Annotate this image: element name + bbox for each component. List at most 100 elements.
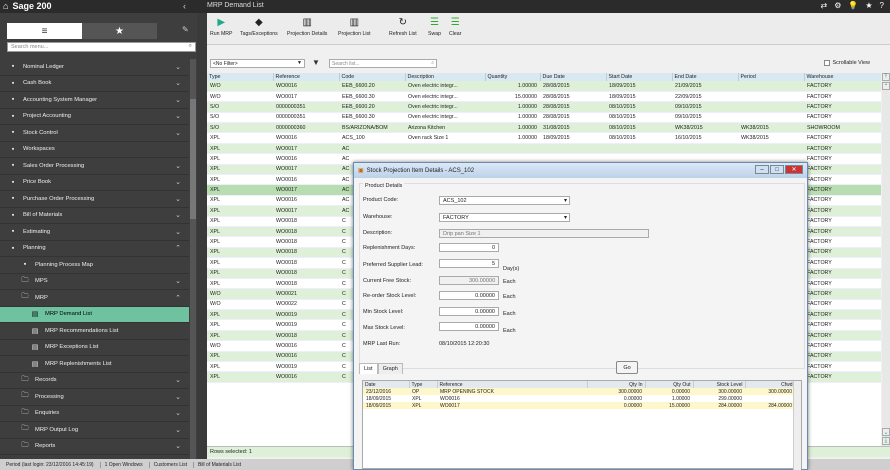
sidebar-item-processing[interactable]: 🗀 Processing ⌄ bbox=[0, 389, 189, 406]
switch-company-icon[interactable]: ⇄ bbox=[821, 1, 828, 10]
sidebar-item-enquiries[interactable]: 🗀 Enquiries ⌄ bbox=[0, 406, 189, 422]
scrollable-view-checkbox[interactable] bbox=[824, 60, 831, 66]
table-row[interactable]: W/O WO0016 EEB_6600.20 Oven electric integr… bbox=[207, 81, 881, 92]
filter-select[interactable]: <No Filter> ▼ bbox=[210, 59, 305, 68]
grid-scrollbar[interactable]: ⤒ ⌃ ⌄ ⤓ bbox=[882, 73, 890, 446]
list-row[interactable]: 23/12/2016 OP MRP OPENING STOCK 300.00000 0.… bbox=[363, 388, 795, 395]
search-list-input[interactable]: Search list... ⌕ bbox=[329, 59, 437, 68]
minimize-button[interactable]: ‒ bbox=[755, 165, 769, 174]
open-window-tab[interactable]: Customers List bbox=[148, 461, 187, 468]
sidebar-item-stock-control[interactable]: ▪ Stock Control ⌄ bbox=[0, 125, 189, 142]
min-stock-field[interactable]: 0.00000 bbox=[439, 307, 499, 316]
maximize-button[interactable]: □ bbox=[770, 165, 784, 174]
chevron-down-icon[interactable]: ⌄ bbox=[175, 63, 181, 71]
list-column-header[interactable]: Stock Level bbox=[693, 381, 746, 388]
chevron-up-icon[interactable]: ⌃ bbox=[175, 294, 181, 302]
list-column-header[interactable]: Cfwd bbox=[745, 381, 796, 388]
list-tab[interactable]: List bbox=[359, 363, 378, 374]
sidebar-item-mrp-recommendations-list[interactable]: ▤ MRP Recommendations List bbox=[0, 323, 189, 340]
sidebar-scrollbar[interactable] bbox=[190, 59, 196, 459]
sidebar-item-workspaces[interactable]: ▪ Workspaces bbox=[0, 142, 189, 158]
column-header[interactable]: Code bbox=[339, 73, 406, 81]
table-row[interactable]: S/O 0000000360 BS/ARIZONA/BOM Arizona Kitch… bbox=[207, 122, 881, 134]
sidebar-item-mrp-replenishments-list[interactable]: ▤ MRP Replenishments List bbox=[0, 356, 189, 373]
table-row[interactable]: S/O 0000000351 EEB_6600.30 Oven electric in… bbox=[207, 112, 881, 124]
projection-details-button[interactable]: ▥ Projection Details bbox=[287, 17, 327, 37]
go-button[interactable]: Go bbox=[616, 361, 638, 374]
chevron-down-icon[interactable]: ⌄ bbox=[175, 376, 181, 384]
settings-icon[interactable]: ⚙ bbox=[834, 1, 841, 10]
sidebar-item-mrp[interactable]: 🗀 MRP ⌃ bbox=[0, 290, 189, 307]
sidebar-scroll-thumb[interactable] bbox=[190, 99, 196, 219]
sidebar-item-records[interactable]: 🗀 Records ⌄ bbox=[0, 373, 189, 389]
sidebar-item-sales-order-processing[interactable]: ▪ Sales Order Processing ⌄ bbox=[0, 158, 189, 175]
column-header[interactable]: Quantity bbox=[485, 73, 541, 81]
collapse-sidebar-icon[interactable]: ‹ bbox=[183, 1, 186, 11]
chevron-up-icon[interactable]: ⌃ bbox=[175, 244, 181, 252]
sidebar-item-planning[interactable]: ▪ Planning ⌃ bbox=[0, 241, 189, 257]
edit-icon[interactable]: ✎ bbox=[182, 25, 189, 34]
list-row[interactable]: 18/09/2015 XPL WO0016 0.00000 1.00000 299.000… bbox=[363, 395, 795, 402]
column-header[interactable]: Type bbox=[207, 73, 274, 81]
chevron-down-icon[interactable]: ⌄ bbox=[175, 195, 181, 203]
chevron-down-icon[interactable]: ⌄ bbox=[175, 96, 181, 104]
sidebar-item-price-book[interactable]: ▪ Price Book ⌄ bbox=[0, 175, 189, 191]
sidebar-item-reports[interactable]: 🗀 Reports ⌄ bbox=[0, 439, 189, 455]
home-icon[interactable]: ⌂ bbox=[3, 1, 8, 11]
sidebar-item-mrp-output-log[interactable]: 🗀 MRP Output Log ⌄ bbox=[0, 422, 189, 439]
sidebar-item-nominal-ledger[interactable]: ▪ Nominal Ledger ⌄ bbox=[0, 59, 189, 76]
search-menu-input[interactable]: Search menu... ⌕ bbox=[7, 42, 196, 52]
list-row[interactable]: 18/09/2015 XPL WO0017 0.00000 15.00000 284.00… bbox=[363, 402, 795, 409]
list-column-header[interactable]: Reference bbox=[437, 381, 588, 388]
tip-icon[interactable]: 💡 bbox=[848, 1, 858, 10]
column-header[interactable]: End Date bbox=[672, 73, 739, 81]
list-column-header[interactable]: Qty In bbox=[587, 381, 646, 388]
sidebar-item-mrp-exceptions-list[interactable]: ▤ MRP Exceptions List bbox=[0, 340, 189, 356]
warehouse-select[interactable]: FACTORY bbox=[439, 213, 570, 222]
max-stock-field[interactable]: 0.00000 bbox=[439, 322, 499, 331]
scroll-up-icon[interactable]: ⌃ bbox=[882, 82, 890, 90]
clear-button[interactable]: ☰ Clear bbox=[449, 17, 461, 37]
chevron-down-icon[interactable]: ⌄ bbox=[175, 129, 181, 137]
product-code-select[interactable]: ACS_102 bbox=[439, 196, 570, 205]
sidebar-item-planning-process-map[interactable]: ▪ Planning Process Map bbox=[0, 257, 189, 274]
sidebar-item-estimating[interactable]: ▪ Estimating ⌄ bbox=[0, 224, 189, 241]
chevron-down-icon[interactable]: ⌄ bbox=[175, 277, 181, 285]
table-row[interactable]: W/O WO0017 EEB_6600.30 Oven electric integr… bbox=[207, 91, 881, 103]
column-header[interactable]: Due Date bbox=[540, 73, 607, 81]
chevron-down-icon[interactable]: ⌄ bbox=[175, 442, 181, 450]
chevron-down-icon[interactable]: ⌄ bbox=[175, 211, 181, 219]
sidebar-item-mps[interactable]: 🗀 MPS ⌄ bbox=[0, 274, 189, 290]
sidebar-item-cash-book[interactable]: ▪ Cash Book ⌄ bbox=[0, 76, 189, 92]
table-row[interactable]: XPL WO0017 AC FACTORY bbox=[207, 143, 881, 155]
chevron-down-icon[interactable]: ⌄ bbox=[175, 162, 181, 170]
tags-exceptions-button[interactable]: ◆ Tags/Exceptions bbox=[240, 17, 278, 37]
scroll-bottom-icon[interactable]: ⤓ bbox=[882, 437, 890, 445]
chevron-down-icon[interactable]: ⌄ bbox=[175, 79, 181, 87]
replenishment-days-field[interactable]: 0 bbox=[439, 243, 499, 252]
favourites-tab[interactable]: ★ bbox=[82, 23, 157, 39]
table-row[interactable]: S/O 0000000351 EEB_6600.20 Oven electric in… bbox=[207, 101, 881, 113]
help-icon[interactable]: ? bbox=[880, 1, 884, 10]
filter-icon[interactable]: ▼ bbox=[312, 58, 320, 67]
chevron-down-icon[interactable]: ⌄ bbox=[175, 426, 181, 434]
list-column-header[interactable]: Type bbox=[409, 381, 438, 388]
chevron-down-icon[interactable]: ⌄ bbox=[175, 178, 181, 186]
list-column-header[interactable]: Date bbox=[363, 381, 410, 388]
scroll-down-icon[interactable]: ⌄ bbox=[882, 428, 890, 436]
favourite-icon[interactable]: ★ bbox=[865, 1, 872, 10]
supplier-lead-field[interactable]: 5 bbox=[439, 259, 499, 268]
sidebar-item-bill-of-materials[interactable]: ▪ Bill of Materials ⌄ bbox=[0, 208, 189, 224]
sidebar-item-project-accounting[interactable]: ▪ Project Accounting ⌄ bbox=[0, 109, 189, 125]
column-header[interactable]: Description bbox=[405, 73, 486, 81]
table-row[interactable]: XPL WO0016 ACS_100 Oven rack Size 1 1.00000 1… bbox=[207, 132, 881, 144]
projection-list-button[interactable]: ▥ Projection List bbox=[338, 17, 371, 37]
chevron-down-icon[interactable]: ⌄ bbox=[175, 112, 181, 120]
column-header[interactable]: Warehouse bbox=[804, 73, 881, 81]
column-header[interactable]: Reference bbox=[273, 73, 340, 81]
chevron-down-icon[interactable]: ⌄ bbox=[175, 393, 181, 401]
open-window-tab[interactable]: 1 Open Windows bbox=[99, 461, 143, 468]
close-button[interactable]: ✕ bbox=[785, 165, 803, 174]
graph-tab[interactable]: Graph bbox=[377, 363, 403, 374]
sidebar-item-mrp-demand-list[interactable]: ▤ MRP Demand List bbox=[0, 306, 189, 323]
